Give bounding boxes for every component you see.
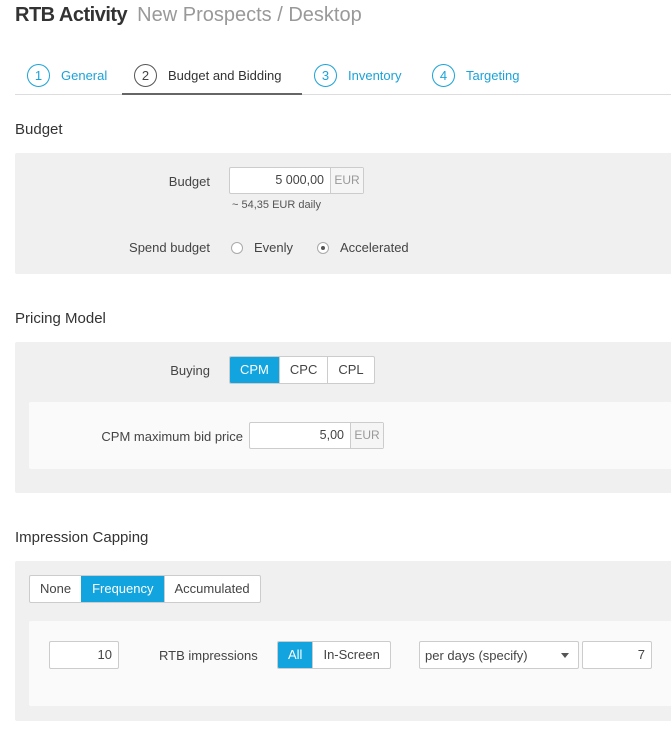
step-number: 3 [314,64,337,87]
capping-panel: None Frequency Accumulated 10 RTB impres… [15,561,671,721]
capping-mode-toggle: None Frequency Accumulated [29,575,261,603]
daily-budget-hint: ~ 54,35 EUR daily [232,199,321,211]
pricing-section-title: Pricing Model [15,310,106,327]
radio-label: Accelerated [340,240,409,255]
step-number: 1 [27,64,50,87]
page-title: RTB Activity [15,4,128,26]
budget-section-title: Budget [15,121,63,138]
radio-accelerated[interactable]: Accelerated [317,240,409,255]
budget-input[interactable]: 5 000,00 EUR [229,167,364,194]
budget-panel: Budget 5 000,00 EUR ~ 54,35 EUR daily Sp… [15,153,671,274]
cpl-button[interactable]: CPL [327,357,373,383]
tab-label: Inventory [348,68,402,83]
cpm-button[interactable]: CPM [230,357,279,383]
none-button[interactable]: None [30,576,81,602]
tab-label: Targeting [466,68,520,83]
tab-targeting[interactable]: 4 Targeting [432,64,519,95]
budget-label: Budget [168,174,210,189]
budget-currency: EUR [330,168,363,193]
step-number: 2 [134,64,157,87]
radio-evenly[interactable]: Evenly [231,240,293,255]
spend-budget-label: Spend budget [129,240,210,255]
buying-label: Buying [170,363,210,378]
tab-general[interactable]: 1 General [27,64,107,95]
period-select[interactable]: per days (specify) [419,641,579,669]
accumulated-button[interactable]: Accumulated [163,576,260,602]
tab-inventory[interactable]: 3 Inventory [314,64,401,95]
max-bid-value[interactable]: 5,00 [250,423,350,448]
max-bid-currency: EUR [350,423,383,448]
impression-scope-toggle: All In-Screen [277,641,391,669]
capping-section-title: Impression Capping [15,529,149,546]
impression-count-input[interactable]: 10 [49,641,119,669]
step-number: 4 [432,64,455,87]
caret-down-icon [561,653,569,658]
in-screen-button[interactable]: In-Screen [312,642,389,668]
tab-budget-and-bidding[interactable]: 2 Budget and Bidding [122,64,302,95]
cpc-button[interactable]: CPC [278,357,327,383]
tab-label: General [61,68,108,83]
max-bid-subpanel: CPM maximum bid price 5,00 EUR [29,402,671,469]
radio-circle[interactable] [231,241,243,254]
radio-label: Evenly [254,240,294,255]
pricing-panel: Buying CPM CPC CPL CPM maximum bid price… [15,342,671,493]
radio-circle-checked[interactable] [317,241,329,254]
frequency-subpanel: 10 RTB impressions All In-Screen per day… [29,621,671,706]
tab-label: Budget and Bidding [168,68,282,83]
period-select-value: per days (specify) [425,647,528,663]
rtb-impressions-label: RTB impressions [159,648,258,663]
frequency-button[interactable]: Frequency [81,576,164,602]
max-bid-input[interactable]: 5,00 EUR [249,422,384,449]
wizard-tabs: 1 General 2 Budget and Bidding 3 Invento… [15,58,671,95]
page-header: RTB Activity New Prospects / Desktop [15,4,362,30]
page-subtitle: New Prospects / Desktop [137,4,362,26]
all-button[interactable]: All [278,642,313,668]
max-bid-label: CPM maximum bid price [101,429,243,444]
buying-model-toggle: CPM CPC CPL [229,356,375,384]
days-input[interactable]: 7 [582,641,652,669]
budget-value[interactable]: 5 000,00 [230,168,330,193]
